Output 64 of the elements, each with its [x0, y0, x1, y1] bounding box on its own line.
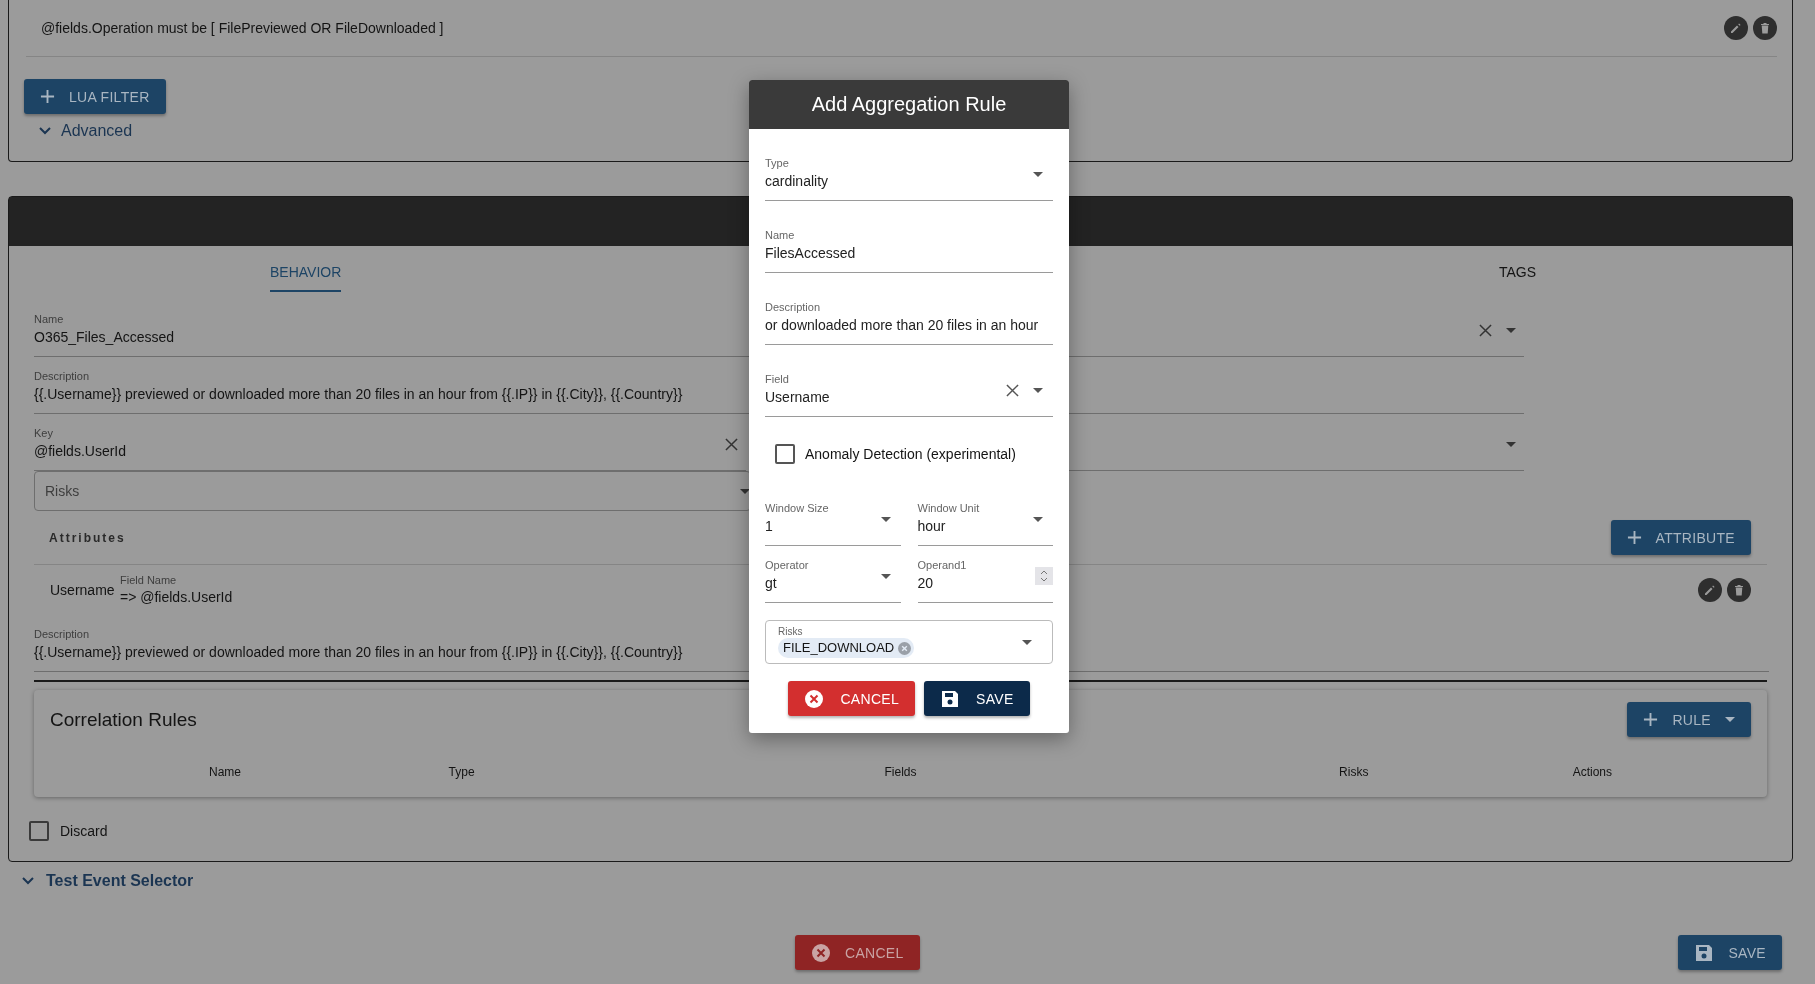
column-header: Fields [884, 765, 917, 779]
column-header: Name [209, 765, 241, 779]
plus-icon [1643, 712, 1659, 727]
number-field[interactable]: Operand1 20 [917, 546, 1053, 603]
caret-icon [880, 573, 891, 579]
save-button[interactable]: SAVE [924, 681, 1030, 716]
column-header: Type [448, 765, 475, 779]
discard-label: Discard [60, 823, 108, 839]
column-header: Actions [1572, 765, 1612, 779]
chevron-down-icon [39, 127, 51, 135]
caret-icon [1022, 639, 1032, 645]
plus-icon [40, 89, 55, 104]
dialog-title: Add Aggregation Rule [749, 80, 1069, 129]
close-icon[interactable] [1006, 383, 1019, 397]
risks-select[interactable]: Risks [34, 471, 751, 511]
trash-icon[interactable] [1727, 578, 1751, 602]
caret-icon [1506, 327, 1516, 333]
risk-chip[interactable]: FILE_DOWNLOAD [778, 638, 915, 658]
close-circle-icon [804, 688, 825, 709]
checkbox[interactable] [775, 444, 795, 464]
trash-icon[interactable] [1753, 16, 1777, 40]
pencil-icon[interactable] [1724, 16, 1748, 40]
filter-condition: @fields.Operation must be [ FilePreviewed OR FileDownloaded ] [41, 20, 445, 36]
caret-icon [1506, 441, 1516, 447]
add-rule-button[interactable]: RULE [1627, 702, 1751, 737]
attribute-name: Username [50, 582, 116, 598]
save-button[interactable]: SAVE [1678, 935, 1782, 970]
tab[interactable]: TAGS [1498, 250, 1536, 292]
input-field[interactable]: Name FilesAccessed [765, 201, 1053, 273]
checkbox-label: Anomaly Detection (experimental) [805, 446, 1016, 462]
caret-icon [1725, 717, 1735, 722]
caret-icon [1033, 387, 1043, 393]
lua-filter-button[interactable]: LUA FILTER [24, 79, 166, 114]
select-field[interactable]: Window Unit hour [917, 491, 1053, 546]
advanced-toggle[interactable]: Advanced [39, 122, 133, 140]
tab[interactable]: BEHAVIOR [270, 250, 342, 292]
select-field[interactable]: Window Size 1 [765, 491, 901, 546]
plus-icon [1626, 530, 1642, 545]
select-field[interactable]: Operator gt [765, 546, 901, 603]
close-icon[interactable] [725, 437, 738, 451]
caret-icon [880, 516, 891, 522]
select-field[interactable]: Field Username [765, 345, 1053, 417]
caret-icon [1033, 516, 1043, 522]
cancel-button[interactable]: CANCEL [788, 681, 916, 716]
attributes-heading: Attributes [49, 530, 126, 545]
add-attribute-button[interactable]: ATTRIBUTE [1610, 520, 1751, 555]
discard-checkbox[interactable] [29, 821, 49, 841]
field-name-value: => @fields.UserId [120, 588, 233, 607]
caret-icon [740, 488, 750, 494]
pencil-icon[interactable] [1698, 578, 1722, 602]
close-icon[interactable] [1479, 323, 1492, 337]
cancel-button[interactable]: CANCEL [795, 935, 920, 970]
field-name-label: Field Name [120, 573, 177, 587]
test-event-selector-toggle[interactable]: Test Event Selector [22, 864, 194, 898]
spinner-icon[interactable] [1035, 567, 1053, 585]
close-circle-icon [811, 942, 831, 963]
select-field[interactable]: Type cardinality [765, 129, 1053, 201]
key-field[interactable]: Key @fields.UserId [34, 414, 746, 471]
input-field[interactable]: Description or downloaded more than 20 files in an hour [765, 273, 1053, 345]
correlation-rules-heading: Correlation Rules [50, 708, 197, 731]
column-header: Risks [1339, 765, 1369, 779]
risks-select[interactable]: Risks FILE_DOWNLOAD [765, 620, 1053, 664]
chevron-down-icon [22, 877, 34, 885]
caret-icon [1033, 171, 1043, 177]
